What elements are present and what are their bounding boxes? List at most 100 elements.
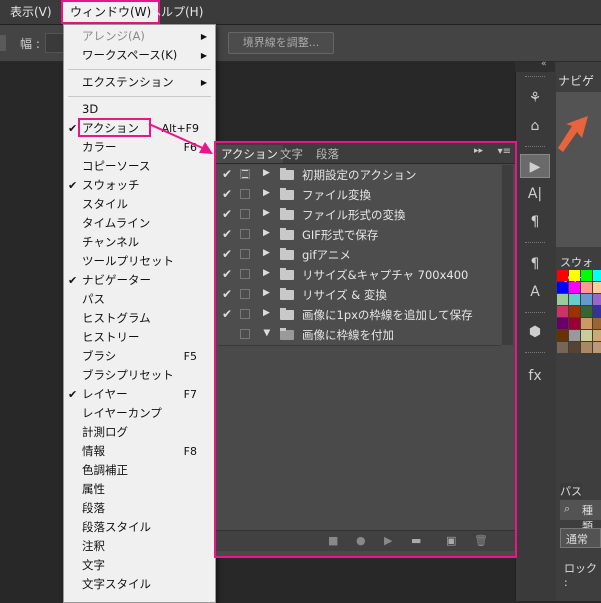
menu-item-brush[interactable]: ブラシ F5: [64, 347, 215, 366]
trash-icon[interactable]: 🗑: [474, 534, 488, 547]
new-set-folder-icon[interactable]: ▬: [411, 534, 421, 547]
menu-item-styles[interactable]: スタイル: [64, 195, 215, 214]
menu-item-paragraph[interactable]: 段落: [64, 499, 215, 518]
toggle-item-icon[interactable]: ✔: [222, 207, 232, 221]
new-action-icon[interactable]: ▣: [446, 534, 456, 547]
dialog-toggle-icon[interactable]: [240, 289, 250, 299]
collapse-triangle-icon[interactable]: ▶: [261, 330, 271, 337]
menu-item-navigator[interactable]: ✔ ナビゲーター: [64, 271, 215, 290]
swatch[interactable]: [569, 270, 580, 281]
menu-item-channels[interactable]: チャンネル: [64, 233, 215, 252]
menu-item-extensions[interactable]: エクステンション ▶: [64, 73, 215, 92]
swatch[interactable]: [581, 270, 592, 281]
dock-grip[interactable]: [525, 352, 545, 356]
menu-item-3d[interactable]: 3D: [64, 100, 215, 119]
expand-triangle-icon[interactable]: ▶: [263, 268, 270, 278]
menu-item-layers[interactable]: ✔ レイヤー F7: [64, 385, 215, 404]
expand-triangle-icon[interactable]: ▶: [263, 248, 270, 258]
swatch[interactable]: [569, 282, 580, 293]
swatch[interactable]: [557, 306, 568, 317]
actions-scrollbar[interactable]: [502, 165, 513, 345]
menu-item-tool-presets[interactable]: ツールプリセット: [64, 252, 215, 271]
swatch[interactable]: [593, 282, 601, 293]
play-icon[interactable]: ▶: [384, 534, 392, 547]
menu-item-notes[interactable]: 注釈: [64, 537, 215, 556]
menu-item-layer-comps[interactable]: レイヤーカンプ: [64, 404, 215, 423]
tab-character[interactable]: 文字: [275, 145, 308, 163]
dialog-toggle-icon[interactable]: [240, 269, 250, 279]
fx-icon[interactable]: fx: [520, 364, 550, 388]
dialog-toggle-icon[interactable]: [240, 309, 250, 319]
swatch[interactable]: [569, 342, 580, 353]
action-set-row[interactable]: ✔ ▶ リサイズ & 変換: [218, 285, 501, 306]
menu-item-character-styles[interactable]: 文字スタイル: [64, 575, 215, 594]
paragraph-styles-icon[interactable]: ¶: [520, 252, 550, 276]
swatch[interactable]: [581, 282, 592, 293]
toggle-item-icon[interactable]: ✔: [222, 227, 232, 241]
dialog-toggle-icon[interactable]: [240, 209, 250, 219]
collapse-icon[interactable]: «: [541, 59, 547, 69]
expand-triangle-icon[interactable]: ▶: [263, 308, 270, 318]
dock-grip[interactable]: [525, 146, 545, 150]
tool-preset-icon[interactable]: [0, 35, 6, 51]
3d-cube-icon[interactable]: ⬢: [520, 320, 550, 344]
expand-triangle-icon[interactable]: ▶: [263, 228, 270, 238]
swatch[interactable]: [569, 306, 580, 317]
brush-icon[interactable]: ⌂: [520, 114, 550, 138]
action-set-row[interactable]: ▶ 画像に枠線を付加: [218, 325, 501, 346]
toggle-item-icon[interactable]: ✔: [222, 167, 232, 181]
swatch[interactable]: [569, 318, 580, 329]
toggle-item-icon[interactable]: ✔: [222, 247, 232, 261]
action-set-row[interactable]: ✔ ▶ ファイル変換: [218, 185, 501, 206]
menu-item-arrange[interactable]: アレンジ(A) ▶: [64, 27, 215, 46]
swatch[interactable]: [581, 342, 592, 353]
toggle-item-icon[interactable]: ✔: [222, 267, 232, 281]
dock-grip[interactable]: [525, 312, 545, 316]
character-styles-icon[interactable]: A: [520, 280, 550, 304]
swatch[interactable]: [581, 306, 592, 317]
menu-item-timeline[interactable]: タイムライン: [64, 214, 215, 233]
swatch[interactable]: [581, 330, 592, 341]
dialog-toggle-icon[interactable]: [240, 169, 250, 179]
menu-item-character[interactable]: 文字: [64, 556, 215, 575]
toggle-item-icon[interactable]: ✔: [222, 187, 232, 201]
action-set-row[interactable]: ✔ ▶ ファイル形式の変換: [218, 205, 501, 226]
swatches-grid[interactable]: [556, 270, 601, 355]
dock-grip[interactable]: [525, 76, 545, 80]
swatch[interactable]: [593, 306, 601, 317]
menu-item-history[interactable]: ヒストリー: [64, 328, 215, 347]
menu-item-workspace[interactable]: ワークスペース(K) ▶: [64, 46, 215, 65]
toggle-item-icon[interactable]: ✔: [222, 307, 232, 321]
swatch[interactable]: [593, 294, 601, 305]
tool-presets-icon[interactable]: ⚘: [520, 86, 550, 110]
character-icon[interactable]: A|: [520, 182, 550, 206]
menu-item-measurement-log[interactable]: 計測ログ: [64, 423, 215, 442]
menu-item-paths[interactable]: パス: [64, 290, 215, 309]
menu-item-adjustments[interactable]: 色調補正: [64, 461, 215, 480]
swatch[interactable]: [557, 318, 568, 329]
swatch[interactable]: [557, 330, 568, 341]
dock-grip[interactable]: [525, 242, 545, 246]
swatch[interactable]: [593, 342, 601, 353]
menu-item-properties[interactable]: 属性: [64, 480, 215, 499]
swatch[interactable]: [557, 342, 568, 353]
paragraph-icon[interactable]: ¶: [520, 210, 550, 234]
dialog-toggle-icon[interactable]: [240, 229, 250, 239]
action-set-row[interactable]: ✔ ▶ gifアニメ: [218, 245, 501, 266]
menu-view[interactable]: 表示(V): [3, 0, 59, 24]
expand-triangle-icon[interactable]: ▶: [263, 208, 270, 218]
menu-item-paragraph-styles[interactable]: 段落スタイル: [64, 518, 215, 537]
swatch[interactable]: [581, 318, 592, 329]
refine-edge-button[interactable]: 境界線を調整...: [228, 32, 334, 54]
action-set-row[interactable]: ✔ ▶ リサイズ&キャプチャ 700x400: [218, 265, 501, 286]
dialog-toggle-icon[interactable]: [240, 329, 250, 339]
swatch[interactable]: [581, 294, 592, 305]
paths-tab[interactable]: パス: [560, 483, 582, 499]
swatch[interactable]: [593, 318, 601, 329]
expand-triangle-icon[interactable]: ▶: [263, 168, 270, 178]
menu-help[interactable]: ヘルプ(H): [142, 0, 210, 24]
tab-paragraph[interactable]: 段落: [311, 145, 344, 163]
collapse-panel-icon[interactable]: ▸▸: [474, 146, 483, 156]
stop-icon[interactable]: ■: [328, 534, 338, 547]
action-set-row[interactable]: ✔ ▶ 画像に1pxの枠線を追加して保存: [218, 305, 501, 326]
